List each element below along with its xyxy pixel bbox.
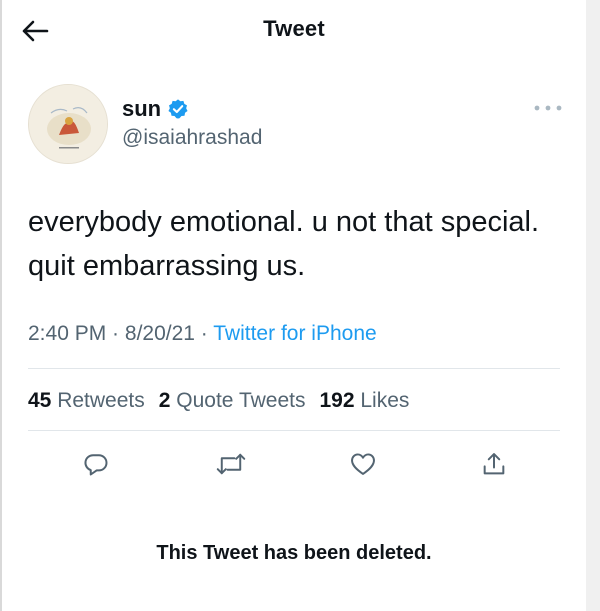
- reply-icon: [84, 454, 108, 476]
- tweet-stats: 45 Retweets 2 Quote Tweets 192 Likes: [28, 389, 409, 413]
- retweets-label: Retweets: [57, 389, 145, 412]
- display-name[interactable]: sun: [122, 96, 189, 122]
- divider: [28, 430, 560, 431]
- more-icon: [534, 105, 562, 111]
- verified-badge-icon: [168, 99, 188, 119]
- display-name-text: sun: [122, 96, 162, 121]
- likes-stat[interactable]: 192 Likes: [319, 389, 409, 413]
- header: Tweet: [2, 0, 586, 60]
- share-icon: [483, 453, 505, 475]
- retweet-button[interactable]: [211, 444, 251, 484]
- share-button[interactable]: [474, 444, 514, 484]
- tweet-date[interactable]: 8/20/21: [125, 322, 195, 345]
- tweet-screen: Tweet sun @isaiahrashad everybody emotio…: [0, 0, 586, 611]
- likes-label: Likes: [360, 389, 410, 412]
- reply-button[interactable]: [76, 444, 116, 484]
- avatar-image: [29, 85, 107, 163]
- user-handle[interactable]: @isaiahrashad: [122, 126, 262, 150]
- deleted-notice: This Tweet has been deleted.: [156, 542, 432, 564]
- divider: [28, 368, 560, 369]
- avatar[interactable]: [28, 84, 108, 164]
- quote-tweets-stat[interactable]: 2 Quote Tweets: [159, 389, 306, 413]
- quote-tweets-count: 2: [158, 389, 171, 412]
- tweet-text: everybody emotional. u not that special.…: [28, 206, 540, 282]
- tweet-source-link[interactable]: Twitter for iPhone: [213, 322, 376, 345]
- like-button[interactable]: [343, 444, 383, 484]
- retweet-icon: [216, 453, 246, 475]
- meta-separator: ·: [194, 322, 214, 345]
- meta-separator: ·: [106, 322, 125, 345]
- tweet-meta: 2:40 PM · 8/20/21 · Twitter for iPhone: [28, 322, 377, 346]
- retweets-stat[interactable]: 45 Retweets: [28, 389, 145, 413]
- likes-count: 192: [319, 389, 355, 412]
- page-title: Tweet: [263, 16, 325, 41]
- like-icon: [351, 453, 375, 475]
- quote-tweets-label: Quote Tweets: [176, 389, 306, 412]
- more-options-button[interactable]: [530, 98, 566, 118]
- retweets-count: 45: [28, 389, 52, 412]
- action-bar: [28, 444, 560, 484]
- tweet-time[interactable]: 2:40 PM: [28, 322, 106, 345]
